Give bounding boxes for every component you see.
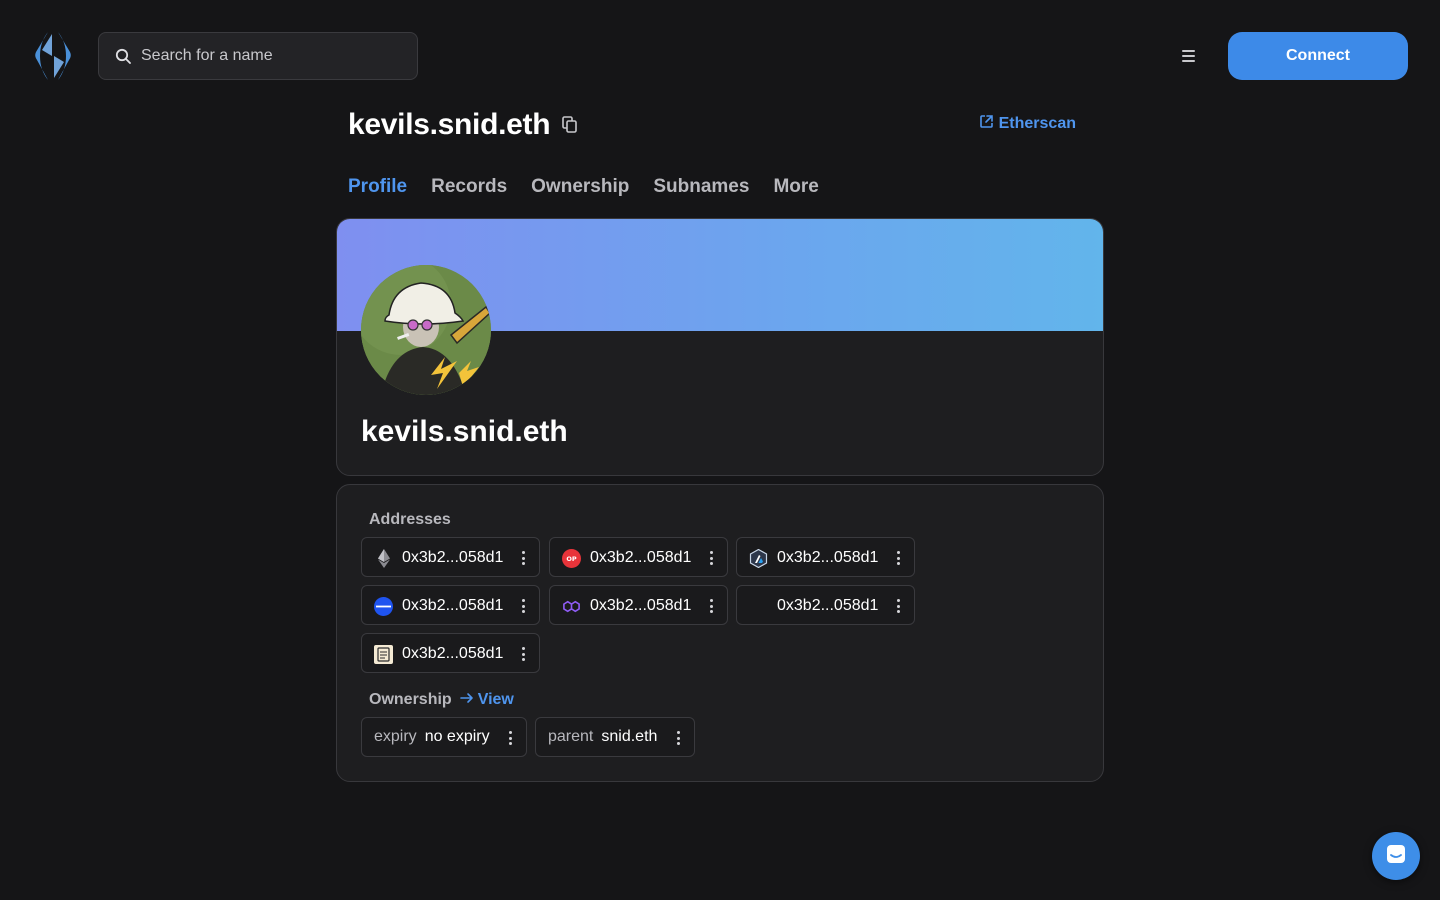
address-chip[interactable]: 0x3b2...058d1 [361,633,540,673]
search-input[interactable] [141,47,401,65]
address-value: 0x3b2...058d1 [590,597,692,614]
profile-name: kevils.snid.eth [361,415,568,448]
address-value: 0x3b2...058d1 [402,645,504,662]
ownership-key: expiry [374,728,417,745]
address-value: 0x3b2...058d1 [590,549,692,566]
optimism-icon: OP [562,549,581,568]
arrow-right-icon [459,691,474,709]
tab-profile[interactable]: Profile [348,176,407,198]
ownership-header: Ownership View [369,691,514,709]
address-value: 0x3b2...058d1 [777,549,879,566]
etherscan-label: Etherscan [998,115,1076,132]
ownership-key: parent [548,728,594,745]
address-chip[interactable]: 0x3b2...058d1 [736,585,915,625]
view-label: View [477,691,514,708]
connect-button[interactable]: Connect [1228,32,1408,80]
page-title: kevils.snid.eth [348,108,551,141]
ownership-value: snid.eth [601,728,658,745]
menu-icon[interactable] [1176,44,1200,68]
address-value: 0x3b2...058d1 [402,549,504,566]
more-options-icon[interactable] [521,647,525,661]
more-options-icon[interactable] [709,599,713,613]
copy-icon[interactable] [560,114,580,134]
ownership-chip-parent[interactable]: parent snid.eth [535,717,695,757]
view-ownership-link[interactable]: View [459,691,514,709]
address-value: 0x3b2...058d1 [402,597,504,614]
more-options-icon[interactable] [676,731,680,745]
etherscan-link[interactable]: Etherscan [979,114,1076,134]
more-options-icon[interactable] [896,551,900,565]
tab-subnames[interactable]: Subnames [653,176,749,198]
search-icon [115,47,133,65]
more-options-icon[interactable] [709,551,713,565]
tab-bar: Profile Records Ownership Subnames More [348,176,819,198]
more-options-icon[interactable] [896,599,900,613]
more-options-icon[interactable] [508,731,512,745]
records-card: Addresses 0x3b2...058d1 OP 0x3b2...058d1 [336,484,1104,782]
tab-more[interactable]: More [773,176,818,198]
tab-records[interactable]: Records [431,176,507,198]
address-value: 0x3b2...058d1 [777,597,879,614]
address-chip[interactable]: 0x3b2...058d1 [549,585,728,625]
chat-support-button[interactable] [1372,832,1420,880]
addresses-label: Addresses [369,511,451,528]
address-chip[interactable]: 0x3b2...058d1 [361,585,540,625]
address-chip[interactable]: 0x3b2...058d1 [736,537,915,577]
ens-logo-icon[interactable] [30,30,76,82]
blank-coin-icon [749,597,768,616]
svg-text:OP: OP [566,555,577,563]
chat-icon [1384,842,1408,871]
external-link-icon [979,114,994,134]
polygon-icon [562,597,581,616]
top-bar: Connect [0,0,1440,112]
name-header: kevils.snid.eth Etherscan [348,104,1076,148]
avatar[interactable] [361,265,491,395]
more-options-icon[interactable] [521,599,525,613]
ownership-chip-expiry[interactable]: expiry no expiry [361,717,527,757]
ownership-value: no expiry [424,728,490,745]
search-box[interactable] [98,32,418,80]
base-icon [374,597,393,616]
scroll-icon [374,645,393,664]
address-chip[interactable]: OP 0x3b2...058d1 [549,537,728,577]
profile-card: kevils.snid.eth [336,218,1104,476]
tab-ownership[interactable]: Ownership [531,176,629,198]
arbitrum-icon [749,549,768,568]
more-options-icon[interactable] [521,551,525,565]
ownership-label: Ownership [369,691,452,708]
eth-icon [374,549,393,568]
address-chip[interactable]: 0x3b2...058d1 [361,537,540,577]
